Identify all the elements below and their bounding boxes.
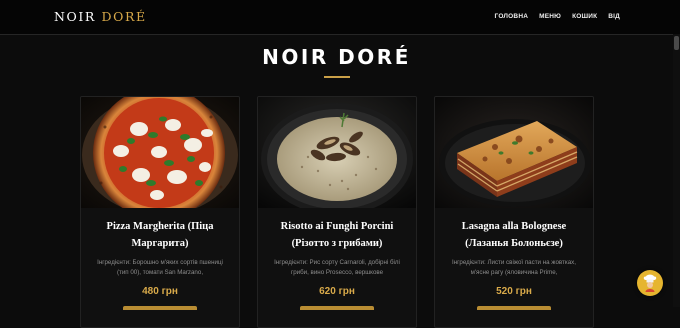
- chef-icon: [643, 274, 657, 292]
- page-scrollbar[interactable]: [673, 34, 680, 307]
- nav-link-menu[interactable]: МЕНЮ: [539, 13, 561, 20]
- logo-text-accent: DORÉ: [101, 9, 147, 24]
- dish-ingredients: Інгредієнти: Борошно м'яких сортів пшени…: [97, 259, 223, 276]
- dish-price: 520 грн: [496, 286, 532, 297]
- logo-text-main: NOIR: [54, 9, 102, 24]
- dish-ingredients: Інгредієнти: Листи свіжої пасти на жовтк…: [452, 259, 576, 276]
- page-title: NOIR DORÉ: [262, 45, 411, 69]
- lasagna-photo: [435, 97, 593, 208]
- nav-link-cart[interactable]: КОШИК: [572, 13, 597, 20]
- site-logo[interactable]: NOIR DORÉ: [54, 9, 147, 24]
- dish-price: 480 грн: [142, 286, 178, 297]
- dish-name: Risotto ai Funghi Porcini (Різотто з гри…: [280, 221, 394, 249]
- dish-ingredients: Інгредієнти: Рис сорту Carnaroli, добірн…: [274, 259, 400, 276]
- top-navbar: NOIR DORÉ ГОЛОВНА МЕНЮ КОШИК ВІД: [0, 0, 680, 35]
- risotto-photo: [258, 97, 416, 208]
- dish-price: 620 грн: [319, 286, 355, 297]
- dish-card-risotto[interactable]: Risotto ai Funghi Porcini (Різотто з гри…: [257, 96, 417, 328]
- nav-link-home[interactable]: ГОЛОВНА: [495, 13, 529, 20]
- nav-link-logout[interactable]: ВІД: [608, 13, 620, 20]
- pizza-photo: [81, 97, 239, 208]
- title-underline: [324, 76, 350, 78]
- chef-assistant-button[interactable]: [637, 270, 663, 296]
- dish-name: Lasagna alla Bolognese (Лазанья Болоньєз…: [461, 221, 567, 249]
- dish-card-pizza[interactable]: Pizza Margherita (Піца Маргарита) Інгред…: [80, 96, 240, 328]
- main-nav: ГОЛОВНА МЕНЮ КОШИК ВІД: [495, 13, 620, 20]
- scrollbar-thumb[interactable]: [674, 36, 679, 50]
- dish-card-lasagna[interactable]: Lasagna alla Bolognese (Лазанья Болоньєз…: [434, 96, 594, 328]
- dish-name: Pizza Margherita (Піца Маргарита): [106, 221, 214, 249]
